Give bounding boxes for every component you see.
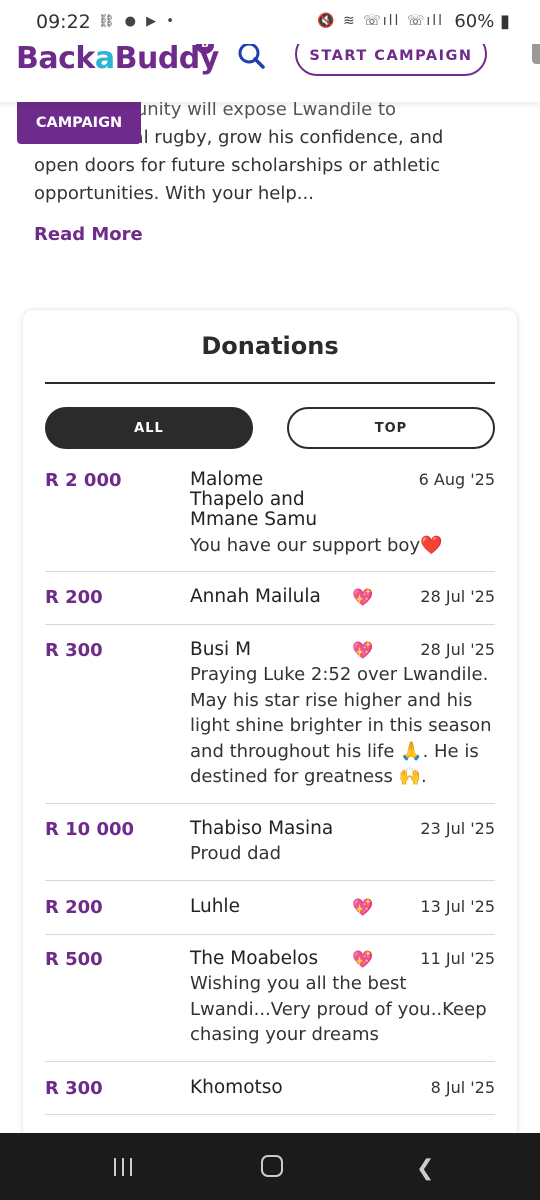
- tab-top[interactable]: TOP: [287, 407, 495, 449]
- donation-row: R 300 Khomotso 8 Jul '25: [45, 1078, 495, 1115]
- donor-name: The Moabelos: [190, 948, 319, 969]
- donor-name: Annah Mailula: [190, 586, 321, 607]
- donations-title: Donations: [201, 332, 339, 360]
- donation-row: R 2 000 Malome Thapelo and Mmane Samu 6 …: [45, 470, 495, 572]
- donation-date: 8 Jul '25: [430, 1078, 495, 1097]
- system-nav-bar: ❮: [0, 1133, 540, 1200]
- donation-date: 28 Jul '25: [420, 587, 495, 606]
- status-time: 09:22: [36, 11, 91, 33]
- heart-icon: 💖: [352, 641, 374, 661]
- donation-amount: R 300: [45, 640, 103, 661]
- donation-amount: R 10 000: [45, 819, 135, 840]
- donation-message: Praying Luke 2:52 over Lwandile. May his…: [190, 664, 492, 787]
- donation-amount: R 2 000: [45, 470, 122, 491]
- donation-date: 23 Jul '25: [420, 819, 495, 838]
- donor-name: Khomotso: [190, 1077, 283, 1098]
- donation-date: 6 Aug '25: [418, 470, 495, 489]
- donation-row: R 500 The Moabelos 💖 11 Jul '25 Wishing …: [45, 949, 495, 1062]
- donation-row: R 200 Luhle 💖 13 Jul '25: [45, 897, 495, 935]
- donor-name: Thabiso Masina: [190, 818, 334, 839]
- donation-date: 13 Jul '25: [420, 897, 495, 916]
- recent-apps-icon[interactable]: [112, 1157, 134, 1177]
- donation-message: Proud dad: [190, 843, 281, 864]
- backabuddy-logo[interactable]: BackaBuddy: [16, 41, 219, 76]
- heart-icon: 💖: [352, 950, 374, 970]
- donation-date: 11 Jul '25: [420, 949, 495, 968]
- donor-name: Luhle: [190, 896, 240, 917]
- status-bar: 09:22 ⛓ ● ▶ • 🔇 ≋ ☏ıll ☏ıll 60% ▮: [0, 0, 540, 44]
- heart-icon: 💖: [352, 898, 374, 918]
- donation-amount: R 300: [45, 1078, 103, 1099]
- tab-all[interactable]: ALL: [45, 407, 253, 449]
- story-line: opportunities. With your help...: [34, 183, 314, 204]
- battery-level: 60% ▮: [454, 11, 510, 32]
- back-icon[interactable]: ❮: [416, 1156, 434, 1181]
- title-divider: [45, 382, 495, 384]
- donation-row: R 300 Busi M 💖 28 Jul '25 Praying Luke 2…: [45, 640, 495, 804]
- story-line: open doors for future scholarships or at…: [34, 155, 441, 176]
- donation-amount: R 200: [45, 587, 103, 608]
- campaign-tag[interactable]: CAMPAIGN: [17, 102, 141, 144]
- home-icon[interactable]: [261, 1155, 283, 1177]
- donations-card: Donations ALL TOP R 2 000 Malome Thapelo…: [23, 310, 517, 1140]
- donation-message: You have our support boy❤️: [190, 535, 443, 556]
- signal-icons: 🔇 ≋ ☏ıll ☏ıll: [317, 13, 444, 29]
- notification-icons: ⛓ ● ▶ •: [98, 14, 177, 29]
- donation-date: 28 Jul '25: [420, 640, 495, 659]
- edge-handle: [532, 42, 540, 64]
- heart-icon: 💖: [352, 588, 374, 608]
- read-more-link[interactable]: Read More: [34, 224, 143, 245]
- donation-amount: R 200: [45, 897, 103, 918]
- donation-row: R 10 000 Thabiso Masina 23 Jul '25 Proud…: [45, 819, 495, 881]
- donation-amount: R 500: [45, 949, 103, 970]
- donation-message: Wishing you all the best Lwandi...Very p…: [190, 973, 487, 1045]
- donor-name: Malome Thapelo and Mmane Samu: [190, 469, 318, 530]
- donation-row: R 200 Annah Mailula 💖 28 Jul '25: [45, 587, 495, 625]
- donor-name: Busi M: [190, 639, 252, 660]
